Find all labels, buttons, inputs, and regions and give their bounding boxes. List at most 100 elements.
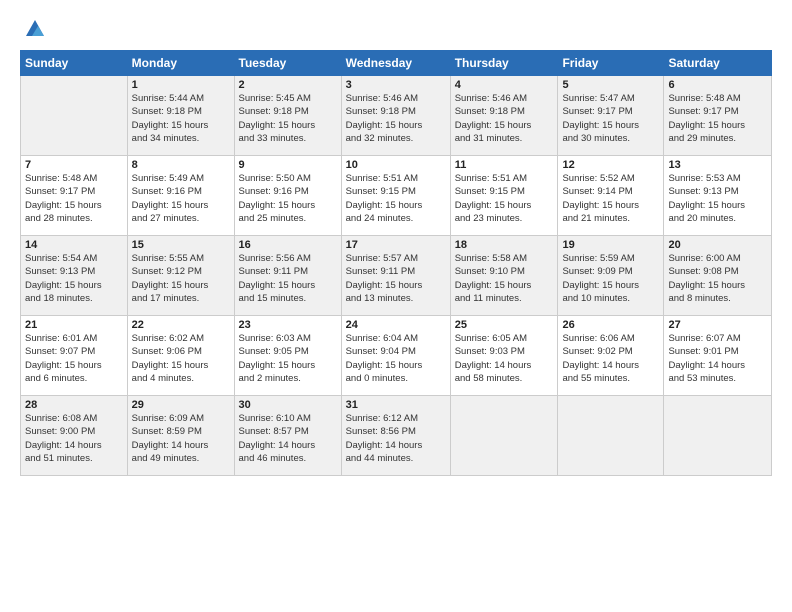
calendar-cell: 21Sunrise: 6:01 AM Sunset: 9:07 PM Dayli… xyxy=(21,316,128,396)
day-info: Sunrise: 5:50 AM Sunset: 9:16 PM Dayligh… xyxy=(239,172,337,225)
day-number: 17 xyxy=(346,239,446,251)
calendar-header-friday: Friday xyxy=(558,51,664,76)
calendar-cell: 13Sunrise: 5:53 AM Sunset: 9:13 PM Dayli… xyxy=(664,156,772,236)
day-number: 20 xyxy=(668,239,767,251)
day-number: 18 xyxy=(455,239,554,251)
calendar-cell xyxy=(664,396,772,476)
calendar-cell: 6Sunrise: 5:48 AM Sunset: 9:17 PM Daylig… xyxy=(664,76,772,156)
calendar-cell: 25Sunrise: 6:05 AM Sunset: 9:03 PM Dayli… xyxy=(450,316,558,396)
day-info: Sunrise: 6:05 AM Sunset: 9:03 PM Dayligh… xyxy=(455,332,554,385)
day-info: Sunrise: 6:00 AM Sunset: 9:08 PM Dayligh… xyxy=(668,252,767,305)
calendar-table: SundayMondayTuesdayWednesdayThursdayFrid… xyxy=(20,50,772,476)
day-number: 29 xyxy=(132,399,230,411)
day-info: Sunrise: 5:58 AM Sunset: 9:10 PM Dayligh… xyxy=(455,252,554,305)
day-info: Sunrise: 5:44 AM Sunset: 9:18 PM Dayligh… xyxy=(132,92,230,145)
calendar-cell: 12Sunrise: 5:52 AM Sunset: 9:14 PM Dayli… xyxy=(558,156,664,236)
day-info: Sunrise: 5:53 AM Sunset: 9:13 PM Dayligh… xyxy=(668,172,767,225)
day-info: Sunrise: 5:49 AM Sunset: 9:16 PM Dayligh… xyxy=(132,172,230,225)
calendar-cell xyxy=(558,396,664,476)
calendar-header-sunday: Sunday xyxy=(21,51,128,76)
day-number: 24 xyxy=(346,319,446,331)
day-info: Sunrise: 5:54 AM Sunset: 9:13 PM Dayligh… xyxy=(25,252,123,305)
calendar-header-thursday: Thursday xyxy=(450,51,558,76)
calendar-cell: 23Sunrise: 6:03 AM Sunset: 9:05 PM Dayli… xyxy=(234,316,341,396)
day-info: Sunrise: 6:12 AM Sunset: 8:56 PM Dayligh… xyxy=(346,412,446,465)
day-number: 23 xyxy=(239,319,337,331)
day-number: 30 xyxy=(239,399,337,411)
calendar-cell: 2Sunrise: 5:45 AM Sunset: 9:18 PM Daylig… xyxy=(234,76,341,156)
day-number: 3 xyxy=(346,79,446,91)
calendar-cell: 1Sunrise: 5:44 AM Sunset: 9:18 PM Daylig… xyxy=(127,76,234,156)
calendar-cell: 29Sunrise: 6:09 AM Sunset: 8:59 PM Dayli… xyxy=(127,396,234,476)
day-info: Sunrise: 6:08 AM Sunset: 9:00 PM Dayligh… xyxy=(25,412,123,465)
day-number: 19 xyxy=(562,239,659,251)
day-number: 12 xyxy=(562,159,659,171)
day-info: Sunrise: 5:46 AM Sunset: 9:18 PM Dayligh… xyxy=(455,92,554,145)
calendar-header-wednesday: Wednesday xyxy=(341,51,450,76)
day-info: Sunrise: 5:51 AM Sunset: 9:15 PM Dayligh… xyxy=(455,172,554,225)
calendar-header-tuesday: Tuesday xyxy=(234,51,341,76)
calendar-cell: 4Sunrise: 5:46 AM Sunset: 9:18 PM Daylig… xyxy=(450,76,558,156)
day-number: 28 xyxy=(25,399,123,411)
day-info: Sunrise: 6:01 AM Sunset: 9:07 PM Dayligh… xyxy=(25,332,123,385)
day-info: Sunrise: 6:10 AM Sunset: 8:57 PM Dayligh… xyxy=(239,412,337,465)
calendar-row-3: 21Sunrise: 6:01 AM Sunset: 9:07 PM Dayli… xyxy=(21,316,772,396)
day-info: Sunrise: 5:48 AM Sunset: 9:17 PM Dayligh… xyxy=(668,92,767,145)
day-number: 5 xyxy=(562,79,659,91)
day-info: Sunrise: 6:07 AM Sunset: 9:01 PM Dayligh… xyxy=(668,332,767,385)
day-number: 14 xyxy=(25,239,123,251)
calendar-cell: 10Sunrise: 5:51 AM Sunset: 9:15 PM Dayli… xyxy=(341,156,450,236)
day-number: 25 xyxy=(455,319,554,331)
calendar-cell xyxy=(450,396,558,476)
calendar-row-0: 1Sunrise: 5:44 AM Sunset: 9:18 PM Daylig… xyxy=(21,76,772,156)
day-number: 7 xyxy=(25,159,123,171)
calendar-cell: 14Sunrise: 5:54 AM Sunset: 9:13 PM Dayli… xyxy=(21,236,128,316)
day-number: 22 xyxy=(132,319,230,331)
calendar-cell: 8Sunrise: 5:49 AM Sunset: 9:16 PM Daylig… xyxy=(127,156,234,236)
day-number: 10 xyxy=(346,159,446,171)
day-number: 6 xyxy=(668,79,767,91)
day-number: 1 xyxy=(132,79,230,91)
day-number: 8 xyxy=(132,159,230,171)
day-info: Sunrise: 6:06 AM Sunset: 9:02 PM Dayligh… xyxy=(562,332,659,385)
calendar-cell xyxy=(21,76,128,156)
calendar-cell: 26Sunrise: 6:06 AM Sunset: 9:02 PM Dayli… xyxy=(558,316,664,396)
day-number: 11 xyxy=(455,159,554,171)
day-info: Sunrise: 5:46 AM Sunset: 9:18 PM Dayligh… xyxy=(346,92,446,145)
calendar-cell: 11Sunrise: 5:51 AM Sunset: 9:15 PM Dayli… xyxy=(450,156,558,236)
day-info: Sunrise: 6:03 AM Sunset: 9:05 PM Dayligh… xyxy=(239,332,337,385)
day-info: Sunrise: 5:45 AM Sunset: 9:18 PM Dayligh… xyxy=(239,92,337,145)
day-info: Sunrise: 5:47 AM Sunset: 9:17 PM Dayligh… xyxy=(562,92,659,145)
calendar-cell: 15Sunrise: 5:55 AM Sunset: 9:12 PM Dayli… xyxy=(127,236,234,316)
day-number: 16 xyxy=(239,239,337,251)
day-number: 13 xyxy=(668,159,767,171)
calendar-header-row: SundayMondayTuesdayWednesdayThursdayFrid… xyxy=(21,51,772,76)
calendar-cell: 22Sunrise: 6:02 AM Sunset: 9:06 PM Dayli… xyxy=(127,316,234,396)
day-number: 27 xyxy=(668,319,767,331)
calendar-cell: 16Sunrise: 5:56 AM Sunset: 9:11 PM Dayli… xyxy=(234,236,341,316)
day-info: Sunrise: 5:57 AM Sunset: 9:11 PM Dayligh… xyxy=(346,252,446,305)
calendar-cell: 5Sunrise: 5:47 AM Sunset: 9:17 PM Daylig… xyxy=(558,76,664,156)
calendar-cell: 30Sunrise: 6:10 AM Sunset: 8:57 PM Dayli… xyxy=(234,396,341,476)
day-info: Sunrise: 6:04 AM Sunset: 9:04 PM Dayligh… xyxy=(346,332,446,385)
day-number: 21 xyxy=(25,319,123,331)
day-info: Sunrise: 5:55 AM Sunset: 9:12 PM Dayligh… xyxy=(132,252,230,305)
logo-icon xyxy=(24,18,46,40)
day-number: 15 xyxy=(132,239,230,251)
calendar-cell: 28Sunrise: 6:08 AM Sunset: 9:00 PM Dayli… xyxy=(21,396,128,476)
day-info: Sunrise: 6:09 AM Sunset: 8:59 PM Dayligh… xyxy=(132,412,230,465)
day-number: 31 xyxy=(346,399,446,411)
calendar-cell: 20Sunrise: 6:00 AM Sunset: 9:08 PM Dayli… xyxy=(664,236,772,316)
day-number: 9 xyxy=(239,159,337,171)
calendar-cell: 18Sunrise: 5:58 AM Sunset: 9:10 PM Dayli… xyxy=(450,236,558,316)
calendar-cell: 7Sunrise: 5:48 AM Sunset: 9:17 PM Daylig… xyxy=(21,156,128,236)
calendar-row-4: 28Sunrise: 6:08 AM Sunset: 9:00 PM Dayli… xyxy=(21,396,772,476)
page: SundayMondayTuesdayWednesdayThursdayFrid… xyxy=(0,0,792,612)
calendar-row-2: 14Sunrise: 5:54 AM Sunset: 9:13 PM Dayli… xyxy=(21,236,772,316)
logo xyxy=(20,18,46,40)
day-info: Sunrise: 5:52 AM Sunset: 9:14 PM Dayligh… xyxy=(562,172,659,225)
calendar-cell: 27Sunrise: 6:07 AM Sunset: 9:01 PM Dayli… xyxy=(664,316,772,396)
day-number: 2 xyxy=(239,79,337,91)
day-info: Sunrise: 6:02 AM Sunset: 9:06 PM Dayligh… xyxy=(132,332,230,385)
day-info: Sunrise: 5:59 AM Sunset: 9:09 PM Dayligh… xyxy=(562,252,659,305)
